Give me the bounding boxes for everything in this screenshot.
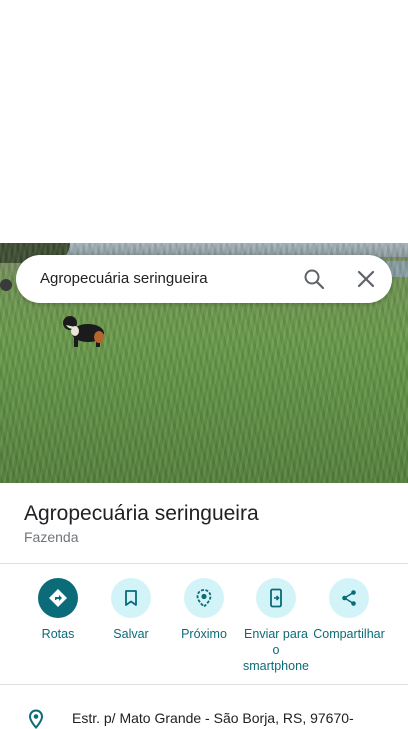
map-blank-area	[0, 0, 408, 243]
search-icon[interactable]	[302, 267, 326, 291]
photo-dog	[63, 316, 104, 347]
photo-animal	[0, 279, 12, 291]
location-pin-icon	[28, 709, 44, 729]
close-icon[interactable]	[354, 267, 378, 291]
place-title: Agropecuária seringueira	[24, 502, 259, 525]
place-category: Fazenda	[24, 529, 79, 545]
divider	[0, 684, 408, 685]
bookmark-icon	[111, 578, 151, 618]
send-to-phone-button[interactable]: Enviar para o smartphone	[240, 578, 312, 674]
send-to-phone-icon	[256, 578, 296, 618]
directions-icon	[38, 578, 78, 618]
save-label: Salvar	[113, 627, 149, 641]
address-text[interactable]: Estr. p/ Mato Grande - São Borja, RS, 97…	[72, 710, 354, 726]
search-bar[interactable]: Agropecuária seringueira	[16, 255, 392, 303]
share-button[interactable]: Compartilhar	[313, 578, 385, 642]
directions-button[interactable]: Rotas	[22, 578, 94, 642]
directions-label: Rotas	[41, 627, 75, 641]
share-icon	[329, 578, 369, 618]
share-label: Compartilhar	[313, 627, 385, 641]
nearby-icon	[184, 578, 224, 618]
nearby-label: Próximo	[181, 627, 227, 641]
send-to-phone-label: Enviar para o smartphone	[242, 627, 309, 673]
nearby-button[interactable]: Próximo	[168, 578, 240, 642]
divider	[0, 563, 408, 564]
save-button[interactable]: Salvar	[95, 578, 167, 642]
search-query[interactable]: Agropecuária seringueira	[40, 270, 208, 287]
